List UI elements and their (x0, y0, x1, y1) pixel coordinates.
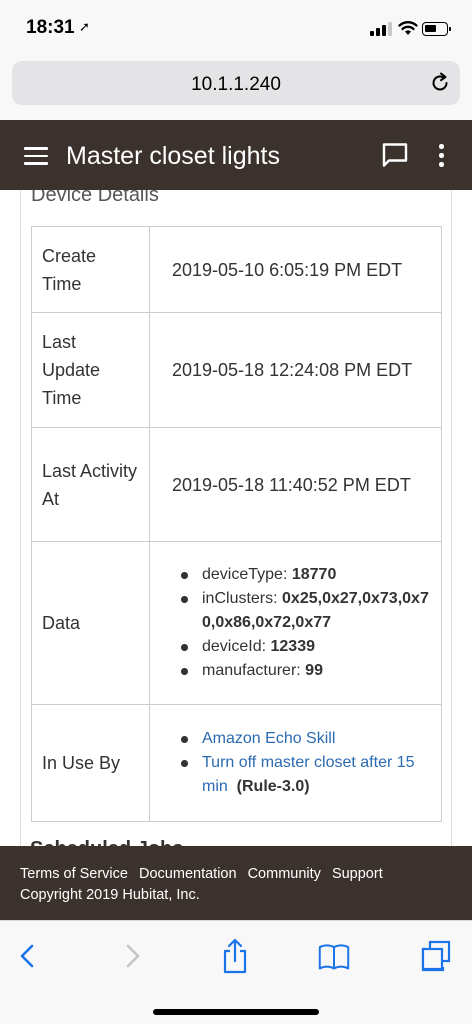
signal-icon (370, 22, 394, 36)
chat-icon[interactable] (381, 142, 409, 168)
list-item: inClusters: 0x25,0x27,0x73,0x70,0x86,0x7… (181, 587, 431, 635)
reload-icon[interactable] (428, 71, 452, 95)
table-row-last-activity: Last Activity At 2019-05-18 11:40:52 PM … (31, 427, 442, 542)
list-item: Turn off master closet after 15 min (Rul… (181, 751, 431, 799)
next-section-title: Scheduled Jobs (30, 838, 183, 846)
row-value: 2019-05-18 11:40:52 PM EDT (149, 427, 442, 542)
data-value: 99 (305, 662, 323, 679)
status-bar: 18:31 ➚ (0, 0, 472, 56)
tabs-icon[interactable] (420, 938, 452, 974)
table-row-last-update: Last Update Time 2019-05-18 12:24:08 PM … (31, 312, 442, 428)
location-arrow-icon: ➚ (79, 19, 90, 34)
row-value: 2019-05-18 12:24:08 PM EDT (149, 312, 442, 428)
row-label: Last Update Time (31, 312, 150, 428)
forward-icon[interactable] (116, 938, 148, 974)
list-item: deviceType: 18770 (181, 563, 431, 587)
data-list: deviceType: 18770 inClusters: 0x25,0x27,… (172, 563, 431, 683)
device-details-card: Device Details Create Time 2019-05-10 6:… (20, 190, 452, 846)
data-key: deviceId: (202, 638, 267, 655)
table-row-data: Data deviceType: 18770 inClusters: 0x25,… (31, 541, 442, 705)
row-value: 2019-05-10 6:05:19 PM EDT (149, 226, 442, 313)
table-row-in-use-by: In Use By Amazon Echo Skill Turn off mas… (31, 704, 442, 822)
app-link[interactable]: Amazon Echo Skill (202, 730, 335, 747)
battery-level (425, 25, 436, 32)
more-vert-icon[interactable] (436, 144, 446, 168)
footer: Terms of Service Documentation Community… (0, 846, 472, 920)
url-text[interactable]: 10.1.1.240 (12, 74, 460, 96)
row-label: Create Time (31, 226, 150, 313)
app-type: (Rule-3.0) (236, 778, 310, 795)
row-label: Data (31, 541, 150, 705)
list-item: Amazon Echo Skill (181, 727, 431, 751)
status-time: 18:31 (26, 17, 75, 38)
section-title: Device Details (31, 190, 159, 206)
copyright: Copyright 2019 Hubitat, Inc. (20, 887, 200, 903)
data-value: 18770 (291, 566, 337, 583)
footer-link-terms[interactable]: Terms of Service (20, 866, 128, 882)
data-value: 12339 (270, 638, 316, 655)
battery-icon (422, 22, 451, 36)
data-key: manufacturer: (202, 662, 301, 679)
wifi-icon (398, 21, 418, 35)
footer-link-support[interactable]: Support (332, 866, 383, 882)
table-row-create-time: Create Time 2019-05-10 6:05:19 PM EDT (31, 226, 442, 313)
list-item: deviceId: 12339 (181, 635, 431, 659)
row-value: deviceType: 18770 inClusters: 0x25,0x27,… (149, 541, 442, 705)
app-header: Master closet lights (0, 120, 472, 190)
footer-link-community[interactable]: Community (248, 866, 321, 882)
browser-url-area: 10.1.1.240 (0, 56, 472, 120)
share-icon[interactable] (219, 938, 251, 974)
footer-link-documentation[interactable]: Documentation (139, 866, 237, 882)
footer-links: Terms of Service Documentation Community… (20, 866, 390, 882)
device-details-table: Create Time 2019-05-10 6:05:19 PM EDT La… (31, 226, 442, 822)
page-title: Master closet lights (66, 142, 280, 170)
browser-toolbar (0, 920, 472, 1024)
data-key: deviceType: (202, 566, 288, 583)
in-use-list: Amazon Echo Skill Turn off master closet… (172, 727, 431, 799)
main-content: Device Details Create Time 2019-05-10 6:… (0, 190, 472, 846)
home-indicator[interactable] (153, 1009, 319, 1015)
row-label: Last Activity At (31, 427, 150, 542)
bookmarks-icon[interactable] (318, 938, 350, 974)
row-label: In Use By (31, 704, 150, 822)
list-item: manufacturer: 99 (181, 659, 431, 683)
row-value: Amazon Echo Skill Turn off master closet… (149, 704, 442, 822)
address-bar[interactable]: 10.1.1.240 (12, 61, 460, 105)
menu-icon[interactable] (24, 147, 48, 165)
back-icon[interactable] (12, 938, 44, 974)
data-key: inClusters: (202, 590, 278, 607)
